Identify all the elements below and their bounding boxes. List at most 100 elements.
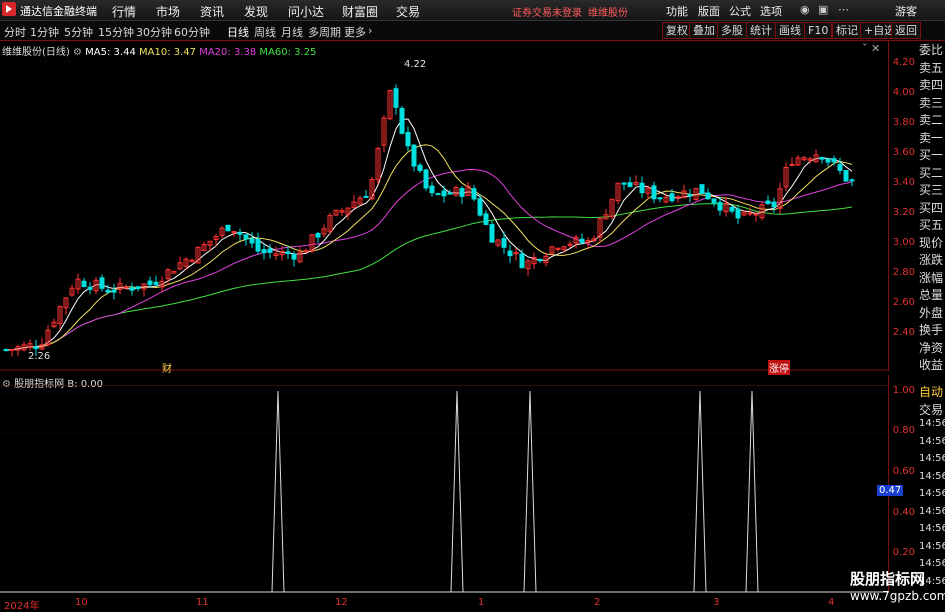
tool-restore-rights[interactable]: 复权 [662,22,692,39]
side-label: 买五 [919,218,944,232]
xtick: 12 [335,597,348,608]
candle-body [111,289,117,293]
period-monthly[interactable]: 月线 [281,24,303,40]
tool-f10[interactable]: F10 [804,22,833,39]
tool-statistics[interactable]: 统计 [746,22,776,39]
trade-side-label: 14:56 [919,488,945,499]
candle-body [717,201,723,211]
candle-body [489,224,495,243]
candlestick-chart[interactable] [0,41,888,371]
trade-side-label: 14:56 [919,435,945,447]
side-label: 买二 [919,165,944,180]
ytick: 4.00 [892,87,915,98]
candle-body [285,251,291,255]
candle-body [849,179,855,182]
menu-discover[interactable]: 发现 [244,3,268,20]
user-icon[interactable]: ◉ [800,3,810,16]
trade-side-panel: 自动 交易 14:56 14:56 14:56 14:56 14:56 14:56 14:56 1… [917,383,945,593]
watermark-url: www.7gpzb.com [850,589,945,603]
watermark-title: 股朋指标网 [850,570,926,588]
menu-market[interactable]: 市场 [156,3,180,20]
candle-body [423,169,429,189]
menu-ask[interactable]: 问小达 [288,3,324,20]
candle-body [651,185,657,200]
menu-function[interactable]: 功能 [666,3,688,19]
candle-body [447,192,453,195]
xtick: 10 [75,597,88,608]
more-icon[interactable]: ⋯ [838,3,849,16]
tool-overlay[interactable]: 叠加 [689,22,719,39]
candle-body [459,188,465,197]
candle-body [261,249,267,254]
app-title: 通达信金融终端 [20,5,97,18]
tool-multi-stock[interactable]: 多股 [717,22,747,39]
period-60min[interactable]: 60分钟 [174,24,210,40]
ytick: 2.60 [892,297,915,308]
menu-layout[interactable]: 版面 [698,3,720,19]
candle-body [579,238,585,243]
menu-formula[interactable]: 公式 [729,3,751,19]
xtick: 3 [713,597,720,608]
side-label: 卖五 [919,60,944,75]
side-label: 换手 [919,323,944,337]
signal-peak [693,390,707,593]
skin-icon[interactable]: ▣ [818,3,828,16]
candle-body [441,190,447,197]
trade-side-label: 14:56 [919,540,945,552]
candle-body [99,277,105,289]
period-30min[interactable]: 30分钟 [136,24,172,40]
indicator-chart[interactable] [0,385,888,593]
menu-news[interactable]: 资讯 [200,3,224,20]
candle-body [417,164,423,171]
menu-options[interactable]: 选项 [760,3,782,19]
main-price-axis: 4.20 4.00 3.80 3.60 3.40 3.20 3.00 2.80 … [888,41,917,371]
side-label: 卖三 [919,95,944,110]
period-15min[interactable]: 15分钟 [98,24,134,40]
ytick: 3.40 [892,177,915,188]
period-1min[interactable]: 1分钟 [30,24,59,40]
period-5min[interactable]: 5分钟 [64,24,93,40]
period-timeshare[interactable]: 分时 [4,24,26,40]
ytick: 3.60 [892,147,915,158]
candle-body [831,158,837,163]
period-more[interactable]: 更多 [344,24,366,40]
period-multi[interactable]: 多周期 [308,24,341,40]
limit-up-marker[interactable]: 涨停 [768,360,790,375]
trade-side-label: 14:56 [919,505,945,517]
ytick: 4.20 [892,57,915,68]
menu-wealth[interactable]: 财富圈 [342,3,378,20]
tool-back[interactable]: 返回 [891,22,921,39]
tool-mark[interactable]: 标记 [832,22,862,39]
high-price-label: 4.22 [404,59,427,70]
candle-body [105,289,111,293]
candle-body [771,201,777,208]
candle-body [519,253,525,269]
login-warning[interactable]: 证券交易未登录 [512,4,582,19]
candle-body [129,287,135,291]
candle-body [135,286,141,290]
trade-side-label: 14:56 [919,418,945,429]
candle-body [153,281,159,285]
period-daily[interactable]: 日线 [227,24,249,40]
ma10-line [5,144,853,351]
candle-body [81,280,87,288]
app-logo-icon [2,2,16,16]
menu-trade[interactable]: 交易 [396,3,420,20]
current-value-badge: 0.47 [877,485,904,496]
candle-body [699,184,705,194]
side-label: 净资 [919,340,944,355]
candle-body [819,156,825,160]
side-label: 买四 [919,200,944,215]
guest-label[interactable]: 游客 [895,3,917,19]
finance-marker[interactable]: 财 [162,360,172,375]
ytick: 3.80 [892,117,915,128]
candle-body [147,280,153,286]
menu-quotes[interactable]: 行情 [112,3,136,20]
chevron-right-icon[interactable]: › [368,24,372,37]
xtick: 1 [478,597,485,608]
quote-side-panel: 委比 卖五 卖四 卖三 卖二 卖一 买一 买二 买三 买四 买五 现价 涨跌 涨幅 总量 外盘 换手 净资 收益 [917,41,945,381]
candle-body [435,193,441,196]
candle-body [657,197,663,200]
tool-draw-line[interactable]: 画线 [775,22,805,39]
period-weekly[interactable]: 周线 [254,24,276,40]
